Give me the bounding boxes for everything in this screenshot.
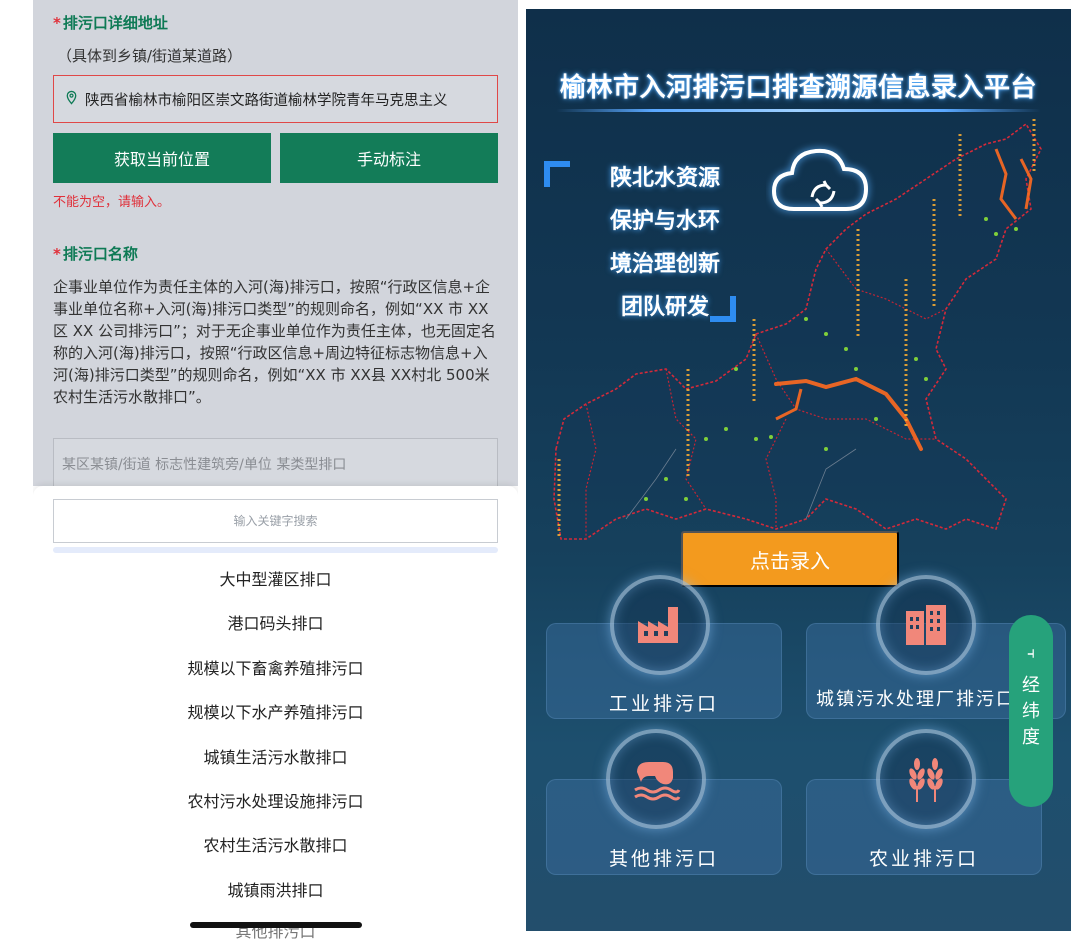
keyword-search-input[interactable]: 输入关键字搜索: [53, 499, 498, 543]
corner-bracket-bottom: [710, 296, 736, 322]
platform-home-screen: 榆林市入河排污口排查溯源信息录入平台 陕北水资源 保护与水环 境治理创新 团队研…: [526, 9, 1071, 931]
building-icon: [876, 575, 976, 675]
option-item[interactable]: 规模以下畜禽养殖排污口: [33, 655, 518, 679]
name-description: 企事业单位作为责任主体的入河(海)排污口，按照“行政区信息+企事业单位名称+入河…: [53, 278, 496, 406]
option-item[interactable]: 规模以下水产养殖排污口: [33, 699, 518, 723]
search-divider: [53, 547, 498, 553]
pointer-icon: ⫞: [1026, 643, 1035, 662]
option-item[interactable]: 港口码头排口: [33, 610, 518, 634]
factory-icon: [610, 575, 710, 675]
option-item[interactable]: 城镇雨洪排口: [33, 877, 518, 901]
address-hint: （具体到乡镇/街道某道路）: [57, 47, 243, 65]
lat-lng-button[interactable]: ⫞ 经 纬 度: [1009, 615, 1053, 807]
outlet-name-input[interactable]: 某区某镇/街道 标志性建筑旁/单位 某类型排口: [53, 438, 498, 488]
option-item[interactable]: 农村生活污水散排口: [33, 832, 518, 856]
discharge-pipe-icon: [606, 729, 706, 829]
title-underline: [556, 109, 1041, 112]
option-item[interactable]: 农村污水处理设施排污口: [33, 788, 518, 812]
cloud-sync-icon: [771, 148, 869, 211]
name-label: * 排污口名称: [53, 245, 138, 263]
address-value: 陕西省榆林市榆阳区崇文路街道榆林学院青年马克思主义: [85, 92, 448, 109]
manual-mark-button[interactable]: 手动标注: [280, 133, 498, 183]
get-location-button[interactable]: 获取当前位置: [53, 133, 271, 183]
error-message: 不能为空，请输入。: [53, 195, 171, 210]
location-pin-icon: [64, 90, 79, 109]
home-indicator[interactable]: [190, 922, 362, 928]
form-area: * 排污口详细地址 （具体到乡镇/街道某道路） 陕西省榆林市榆阳区崇文路街道榆林学…: [33, 0, 518, 488]
option-item[interactable]: 大中型灌区排口: [33, 566, 518, 590]
wheat-icon: [876, 729, 976, 829]
platform-title: 榆林市入河排污口排查溯源信息录入平台: [559, 73, 1037, 103]
card-industrial-label: 工业排污口: [608, 693, 719, 715]
option-item[interactable]: 城镇生活污水散排口: [33, 744, 518, 768]
address-field[interactable]: 陕西省榆林市榆阳区崇文路街道榆林学院青年马克思主义: [53, 75, 498, 123]
enter-data-button[interactable]: 点击录入: [681, 531, 899, 587]
type-picker-sheet: 输入关键字搜索 大中型灌区排口 港口码头排口 规模以下畜禽养殖排污口 规模以下水…: [33, 486, 518, 939]
address-label: * 排污口详细地址: [53, 14, 168, 32]
lat-lng-label: 经 纬 度: [1022, 675, 1040, 748]
card-agri-label: 农业排污口: [868, 848, 979, 870]
corner-bracket-top: [544, 161, 570, 187]
card-other-label: 其他排污口: [608, 848, 719, 870]
mobile-form-screen: * 排污口详细地址 （具体到乡镇/街道某道路） 陕西省榆林市榆阳区崇文路街道榆林学…: [33, 0, 518, 939]
